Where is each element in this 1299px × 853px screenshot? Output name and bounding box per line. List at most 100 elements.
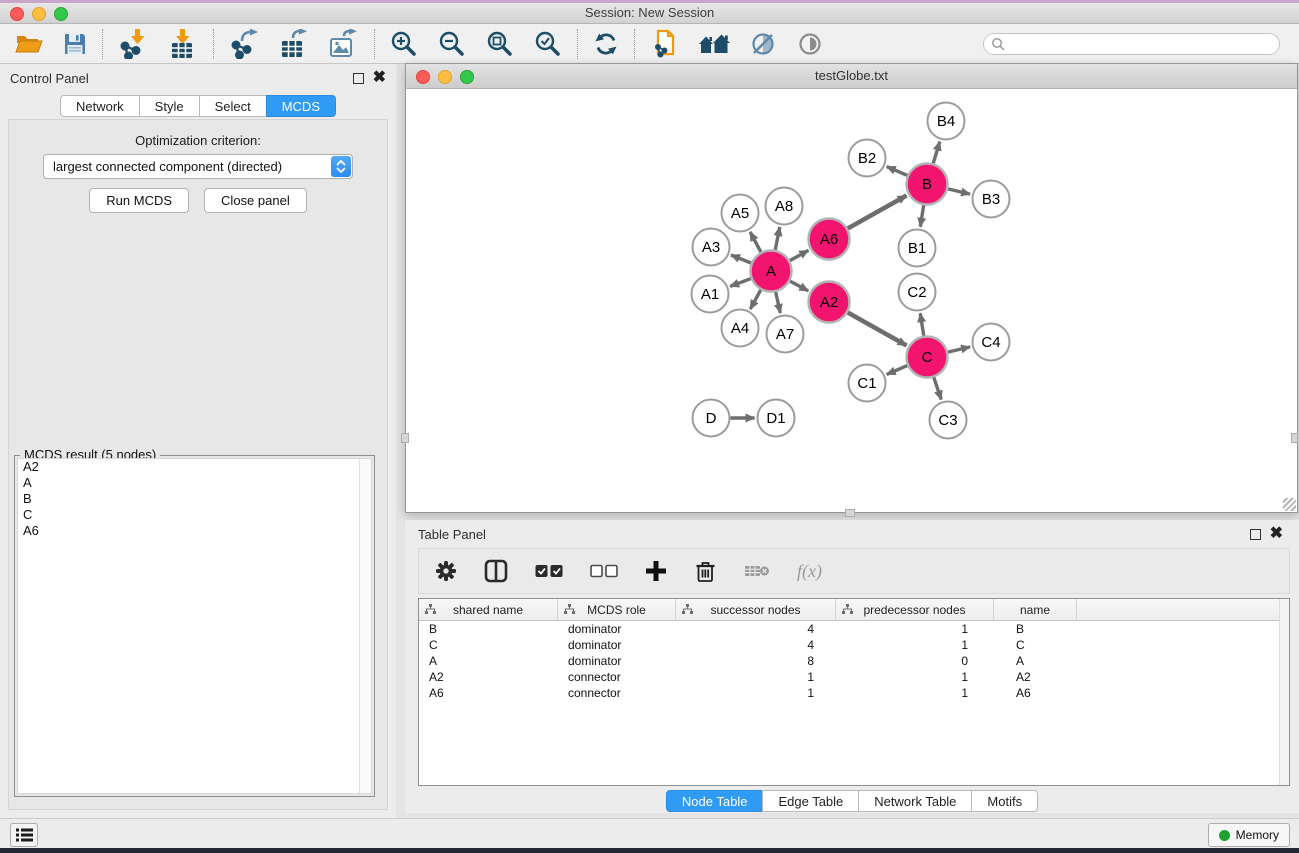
left-edge-grip[interactable]: [401, 433, 409, 443]
graph-edge-B-B4[interactable]: [933, 142, 940, 164]
graph-edge-A-A4[interactable]: [750, 290, 760, 309]
table-cell[interactable]: connector: [558, 686, 676, 700]
column-header-successor-nodes[interactable]: successor nodes: [676, 599, 836, 620]
graph-edge-A-A6[interactable]: [790, 250, 809, 260]
table-cell[interactable]: C: [419, 638, 558, 652]
tab-network[interactable]: Network: [60, 95, 140, 117]
add-row-icon[interactable]: [645, 560, 667, 582]
table-row[interactable]: Bdominator41B: [419, 621, 1289, 637]
table-cell[interactable]: 1: [836, 686, 994, 700]
table-cell[interactable]: C: [994, 638, 1077, 652]
network-canvas[interactable]: B4B2BB3A8A5A6A3B1AC2A1A2A4A7C4CC1DD1C3: [406, 89, 1297, 512]
save-session-icon[interactable]: [63, 32, 87, 56]
delete-table-icon[interactable]: [744, 563, 770, 579]
table-cell[interactable]: connector: [558, 670, 676, 684]
table-cell[interactable]: A6: [419, 686, 558, 700]
graph-edge-C-C3[interactable]: [934, 377, 941, 399]
table-cell[interactable]: B: [994, 622, 1077, 636]
table-cell[interactable]: A2: [419, 670, 558, 684]
zoom-selected-icon[interactable]: [534, 30, 562, 58]
network-window-titlebar[interactable]: testGlobe.txt: [406, 64, 1297, 89]
export-network-icon[interactable]: [229, 29, 259, 59]
zoom-out-icon[interactable]: [438, 30, 466, 58]
table-row[interactable]: Cdominator41C: [419, 637, 1289, 653]
run-mcds-button[interactable]: Run MCDS: [89, 188, 189, 213]
table-cell[interactable]: 8: [676, 654, 836, 668]
column-header-predecessor-nodes[interactable]: predecessor nodes: [836, 599, 994, 620]
hide-graphics-details-icon[interactable]: [750, 31, 776, 57]
graph-edge-A-A1[interactable]: [730, 279, 751, 287]
graph-edge-A6-B[interactable]: [848, 196, 907, 229]
import-network-icon[interactable]: [118, 29, 148, 59]
apply-layout-icon[interactable]: [593, 31, 619, 57]
graph-edge-B-B1[interactable]: [920, 205, 923, 227]
graph-edge-C-C4[interactable]: [948, 347, 970, 352]
close-panel-icon[interactable]: ✖: [373, 72, 386, 84]
task-history-button[interactable]: [10, 823, 38, 847]
memory-button[interactable]: Memory: [1208, 823, 1290, 847]
table-row[interactable]: A2connector11A2: [419, 669, 1289, 685]
export-image-icon[interactable]: [329, 29, 359, 59]
graph-edge-A2-C[interactable]: [848, 313, 907, 346]
graph-edge-B-B3[interactable]: [948, 189, 970, 194]
export-table-icon[interactable]: [279, 29, 309, 59]
result-item-a6[interactable]: A6: [18, 523, 371, 539]
open-session-icon[interactable]: [15, 32, 43, 56]
result-item-a2[interactable]: A2: [18, 459, 371, 475]
column-layout-icon[interactable]: [484, 559, 508, 583]
graph-edge-C-C1[interactable]: [887, 366, 908, 375]
table-cell[interactable]: B: [419, 622, 558, 636]
column-header-name[interactable]: name: [994, 599, 1077, 620]
right-edge-grip[interactable]: [1291, 433, 1298, 443]
table-cell[interactable]: dominator: [558, 654, 676, 668]
function-builder-icon[interactable]: f(x): [797, 561, 822, 582]
home-icon[interactable]: [698, 32, 730, 56]
graph-edge-A-A7[interactable]: [776, 292, 781, 313]
table-row[interactable]: Adominator80A: [419, 653, 1289, 669]
result-item-c[interactable]: C: [18, 507, 371, 523]
table-tab-network-table[interactable]: Network Table: [858, 790, 972, 812]
graph-edge-B-B2[interactable]: [887, 167, 908, 176]
close-panel-button[interactable]: Close panel: [204, 188, 307, 213]
table-tab-node-table[interactable]: Node Table: [666, 790, 764, 812]
table-scrollbar[interactable]: [1279, 599, 1289, 785]
search-input[interactable]: [1005, 34, 1279, 54]
table-cell[interactable]: 4: [676, 638, 836, 652]
network-from-selection-icon[interactable]: [650, 29, 678, 59]
table-cell[interactable]: 1: [836, 622, 994, 636]
table-cell[interactable]: 1: [676, 670, 836, 684]
table-cell[interactable]: A6: [994, 686, 1077, 700]
graph-edge-A-A5[interactable]: [750, 232, 761, 252]
table-cell[interactable]: 0: [836, 654, 994, 668]
column-settings-icon[interactable]: [435, 560, 457, 582]
tab-select[interactable]: Select: [199, 95, 267, 117]
table-cell[interactable]: 1: [836, 670, 994, 684]
import-table-icon[interactable]: [168, 29, 198, 59]
criterion-dropdown[interactable]: largest connected component (directed): [43, 154, 353, 179]
table-cell[interactable]: 4: [676, 622, 836, 636]
zoom-fit-icon[interactable]: [486, 30, 514, 58]
result-scrollbar[interactable]: [359, 459, 371, 793]
result-item-a[interactable]: A: [18, 475, 371, 491]
tab-mcds[interactable]: MCDS: [266, 95, 336, 117]
column-header-MCDS-role[interactable]: MCDS role: [558, 599, 676, 620]
column-header-shared-name[interactable]: shared name: [419, 599, 558, 620]
table-tab-edge-table[interactable]: Edge Table: [762, 790, 859, 812]
float-table-panel-icon[interactable]: [1250, 529, 1261, 540]
table-cell[interactable]: 1: [676, 686, 836, 700]
bird-eye-view-icon[interactable]: [796, 33, 824, 55]
table-tab-motifs[interactable]: Motifs: [971, 790, 1038, 812]
close-table-panel-icon[interactable]: ✖: [1270, 528, 1283, 540]
float-panel-icon[interactable]: [353, 73, 364, 84]
delete-row-icon[interactable]: [694, 560, 717, 583]
bottom-edge-grip[interactable]: [845, 509, 855, 517]
table-row[interactable]: A6connector11A6: [419, 685, 1289, 701]
table-cell[interactable]: dominator: [558, 622, 676, 636]
window-resize-corner[interactable]: [1283, 498, 1296, 511]
result-item-b[interactable]: B: [18, 491, 371, 507]
mcds-result-list[interactable]: A2ABCA6: [17, 458, 372, 794]
table-cell[interactable]: 1: [836, 638, 994, 652]
table-cell[interactable]: A: [419, 654, 558, 668]
graph-edge-A-A2[interactable]: [790, 281, 808, 291]
table-cell[interactable]: A2: [994, 670, 1077, 684]
